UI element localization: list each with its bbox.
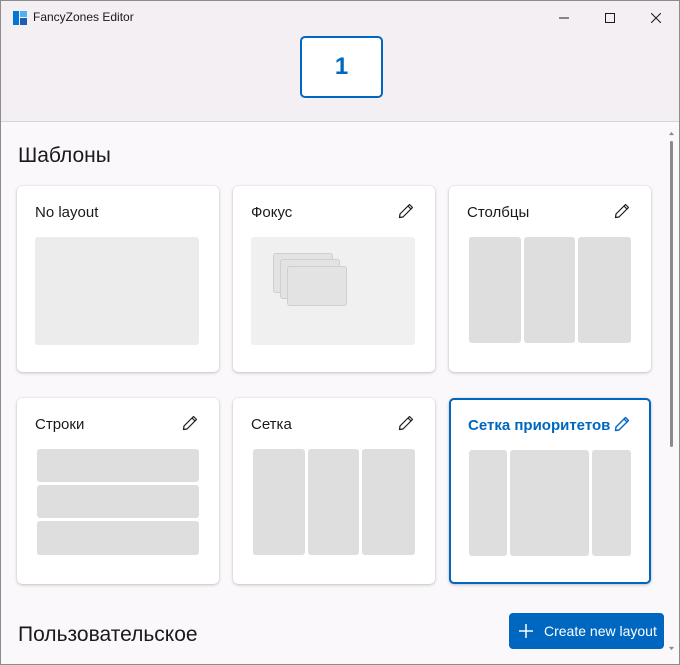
preview-zone <box>37 485 199 518</box>
layout-card-no-layout[interactable]: No layout <box>17 186 219 372</box>
scrollbar-thumb[interactable] <box>670 141 673 447</box>
monitor-label: 1 <box>334 53 349 80</box>
preview-zone <box>469 237 521 343</box>
create-new-layout-button[interactable]: Create new layout <box>509 613 664 649</box>
edit-layout-button[interactable] <box>181 414 199 432</box>
custom-heading: Пользовательское <box>18 623 198 646</box>
card-title: Сетка <box>251 416 292 433</box>
preview-zone <box>37 521 199 555</box>
layout-preview <box>469 237 631 345</box>
preview-zone <box>592 450 631 556</box>
pencil-icon <box>614 416 630 432</box>
card-title: No layout <box>35 204 99 221</box>
title-bar: FancyZones Editor <box>1 1 679 35</box>
maximize-icon <box>605 13 615 23</box>
minimize-icon <box>559 17 569 19</box>
edit-layout-button[interactable] <box>397 414 415 432</box>
edit-layout-button[interactable] <box>613 202 631 220</box>
layout-preview <box>251 237 415 345</box>
layout-card-priority-grid[interactable]: Сетка приоритетов <box>449 398 651 584</box>
scroll-up-icon <box>669 131 674 136</box>
preview-zone <box>578 237 631 343</box>
layout-card-columns[interactable]: Столбцы <box>449 186 651 372</box>
card-title: Строки <box>35 416 85 433</box>
card-title: Столбцы <box>467 204 530 221</box>
layout-preview <box>253 449 415 557</box>
preview-zone <box>287 266 347 306</box>
scroll-down-icon <box>669 646 674 651</box>
monitor-selector: 1 <box>1 35 679 122</box>
maximize-button[interactable] <box>587 1 633 35</box>
window-title: FancyZones Editor <box>33 10 134 24</box>
layout-card-focus[interactable]: Фокус <box>233 186 435 372</box>
preview-zone <box>510 450 589 556</box>
plus-icon <box>519 624 533 638</box>
edit-layout-button[interactable] <box>613 415 631 433</box>
layout-preview <box>37 449 199 557</box>
pencil-icon <box>398 415 414 431</box>
preview-zone <box>469 450 507 556</box>
fancyzones-window: FancyZones Editor 1 Шаблоны No layout Фо… <box>0 0 680 665</box>
pencil-icon <box>614 203 630 219</box>
pencil-icon <box>182 415 198 431</box>
card-title: Сетка приоритетов <box>468 417 611 434</box>
layout-preview <box>35 237 199 345</box>
preview-zone <box>362 449 415 555</box>
close-button[interactable] <box>633 1 679 35</box>
layout-card-rows[interactable]: Строки <box>17 398 219 584</box>
preview-zone <box>524 237 575 343</box>
minimize-button[interactable] <box>541 1 587 35</box>
preview-zone <box>37 449 199 482</box>
vertical-scrollbar[interactable] <box>669 131 674 651</box>
pencil-icon <box>398 203 414 219</box>
preview-zone <box>35 237 199 345</box>
layout-preview <box>469 450 631 558</box>
preview-zone <box>253 449 305 555</box>
templates-heading: Шаблоны <box>18 144 111 167</box>
monitor-button[interactable]: 1 <box>300 36 383 98</box>
card-title: Фокус <box>251 204 293 221</box>
close-icon <box>651 13 661 23</box>
fancyzones-app-icon <box>13 11 27 25</box>
layout-card-grid[interactable]: Сетка <box>233 398 435 584</box>
preview-zone <box>308 449 359 555</box>
create-new-layout-label: Create new layout <box>544 623 657 639</box>
edit-layout-button[interactable] <box>397 202 415 220</box>
